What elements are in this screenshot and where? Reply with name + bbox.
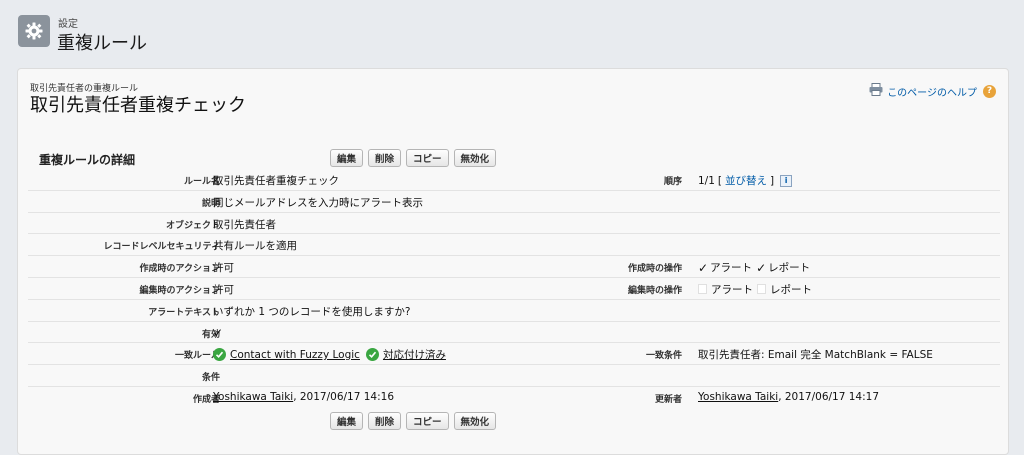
checkmark-icon: ✓ [756,260,767,275]
table-row: レコードレベルセキュリティ 共有ルールを適用 [28,234,1000,257]
unchecked-box [698,284,707,295]
alert-text-label: アラートテキスト [148,307,220,318]
table-row: 作成時のアクション 許可 作成時の操作 ✓ アラート ✓ レポート [28,256,1000,278]
table-row: 編集時のアクション 許可 編集時の操作 アラート レポート [28,278,1000,300]
green-check-icon [365,348,379,362]
help-link[interactable]: このページのヘルプ [887,84,977,99]
conditions-label: 条件 [201,373,220,384]
deactivate-button[interactable]: 無効化 [453,149,497,167]
breadcrumb[interactable]: 設定 [58,15,78,30]
bottom-button-row: 編集 削除 コピー 無効化 [330,412,497,430]
create-operation-label: 作成時の操作 [627,264,682,275]
create-action-label: 作成時のアクション [139,264,220,275]
create-report-label: レポート [768,262,811,275]
modified-by-date: , 2017/06/17 14:17 [778,390,879,403]
created-by-value: Yoshikawa Taiki , 2017/06/17 14:16 [213,391,394,403]
modified-by-label: 更新者 [654,394,682,405]
created-by-user-link[interactable]: Yoshikawa Taiki [213,391,293,403]
edit-button[interactable]: 編集 [330,149,364,167]
info-icon[interactable]: i [780,174,793,187]
printer-icon[interactable] [869,83,883,99]
help-icon[interactable]: ? [983,84,996,98]
page-section-title: 重複ルール [57,33,147,54]
table-row: 有効 ✓ [28,322,1000,344]
modified-by-value: Yoshikawa Taiki , 2017/06/17 14:17 [698,391,879,403]
help-link-area: このページのヘルプ ? [869,83,996,99]
table-row: ルール名 取引先責任者重複チェック 順序 1/1 [ 並び替え ] i [28,169,1000,191]
detail-table: ルール名 取引先責任者重複チェック 順序 1/1 [ 並び替え ] i 説明 同… [28,169,1000,409]
object-value: 取引先責任者 [213,218,276,231]
table-row: アラートテキスト いずれか 1 つのレコードを使用しますか? [28,300,1000,322]
modified-by-user-link[interactable]: Yoshikawa Taiki [698,391,778,403]
create-action-value: 許可 [213,262,234,275]
edit-action-value: 許可 [213,283,234,296]
table-row: 一致ルール Contact with Fuzzy Logic 対応付け済み 一致… [28,343,1000,366]
edit-action-label: 編集時のアクション [139,285,220,296]
delete-button[interactable]: 削除 [368,412,402,430]
unchecked-box [757,284,766,295]
edit-button[interactable]: 編集 [330,412,364,430]
reorder-link[interactable]: 並び替え [725,173,767,188]
green-check-icon [213,348,226,362]
order-label: 順序 [663,177,682,187]
table-row: 作成者 Yoshikawa Taiki , 2017/06/17 14:16 更… [28,387,1000,409]
checkmark-icon: ✓ [213,325,224,340]
object-label: オブジェクト [165,220,220,231]
create-alert-label: アラート [710,262,753,275]
edit-operation-label: 編集時の操作 [627,285,682,296]
description-value: 同じメールアドレスを入力時にアラート表示 [213,196,423,209]
copy-button[interactable]: コピー [406,412,449,430]
match-rule-status-link[interactable]: 対応付け済み [383,347,446,362]
setup-header: 設定 重複ルール [0,0,1024,62]
record-security-label: レコードレベルセキュリティ [103,242,220,253]
duplicate-rule-panel: 取引先責任者の重複ルール 取引先責任者重複チェック このページのヘルプ ? 重複… [17,68,1009,455]
alert-text-value: いずれか 1 つのレコードを使用しますか? [213,305,411,318]
rule-name-value: 取引先責任者重複チェック [213,175,339,187]
edit-alert-label: アラート [711,283,753,296]
match-condition-value: 取引先責任者: Email 完全 MatchBlank = FALSE [698,349,933,362]
match-rule-link[interactable]: Contact with Fuzzy Logic [230,349,360,361]
edit-operation-value: アラート レポート [698,282,812,297]
table-row: 説明 同じメールアドレスを入力時にアラート表示 [28,191,1000,213]
page-title: 取引先責任者重複チェック [30,95,246,116]
order-bracket-close: ] [770,174,775,187]
checkmark-icon: ✓ [698,260,709,275]
section-title: 重複ルールの詳細 [39,153,136,167]
match-rule-value: Contact with Fuzzy Logic 対応付け済み [213,347,446,362]
deactivate-button[interactable]: 無効化 [453,412,497,430]
active-value: ✓ [213,326,225,340]
gear-icon [18,15,50,47]
create-operation-value: ✓ アラート ✓ レポート [698,260,810,275]
edit-report-label: レポート [770,283,812,296]
table-row: オブジェクト 取引先責任者 [28,213,1000,235]
delete-button[interactable]: 削除 [368,149,402,167]
table-row: 条件 [28,365,1000,387]
match-condition-label: 一致条件 [645,351,682,362]
top-button-row: 編集 削除 コピー 無効化 [330,149,497,167]
order-number: 1/1 [698,174,715,187]
order-value: 1/1 [ 並び替え ] i [698,173,793,188]
created-by-date: , 2017/06/17 14:16 [293,390,394,403]
record-security-value: 共有ルールを適用 [213,240,297,253]
order-bracket-open: [ [717,174,723,187]
copy-button[interactable]: コピー [406,149,449,167]
